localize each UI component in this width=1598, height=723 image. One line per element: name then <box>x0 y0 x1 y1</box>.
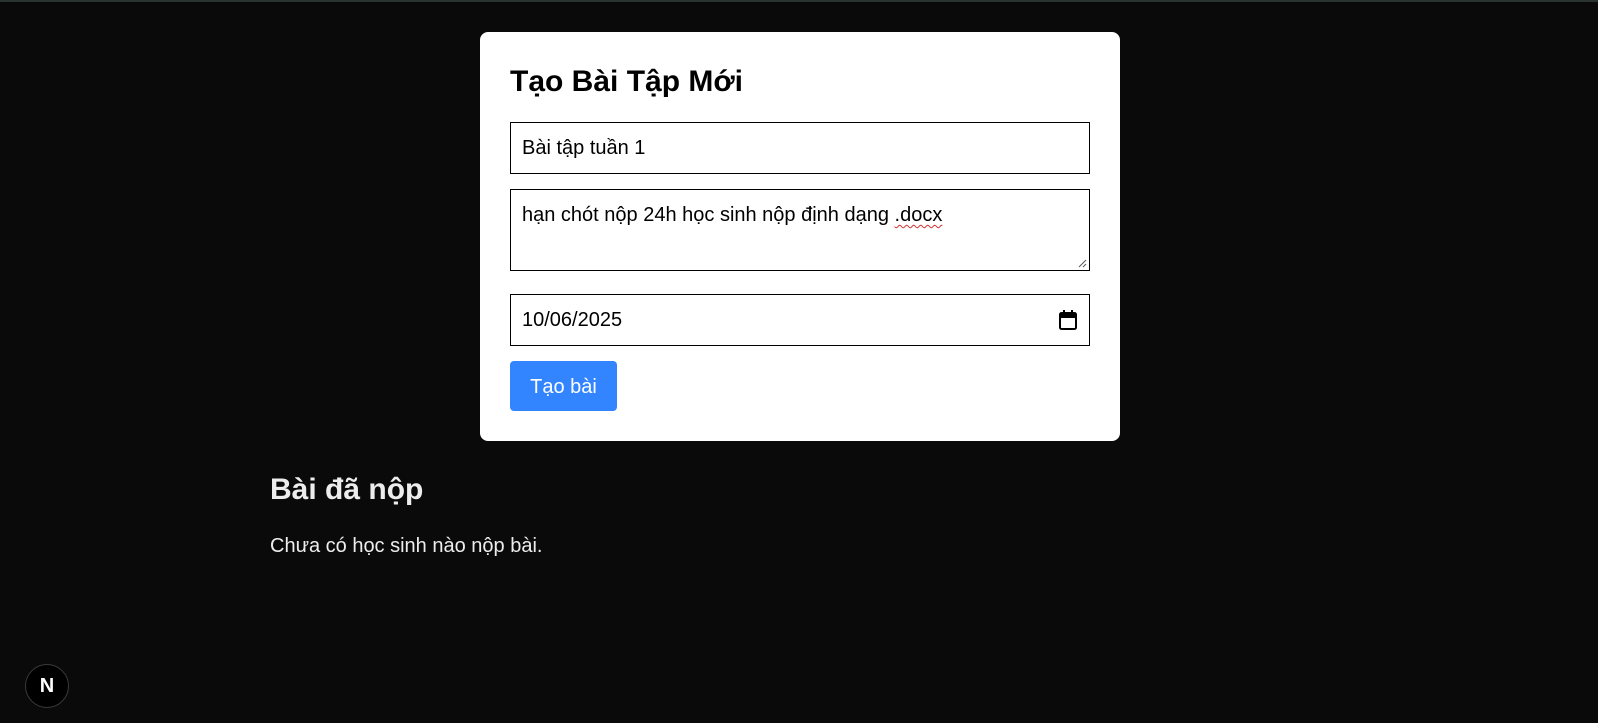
calendar-icon[interactable] <box>1059 310 1077 330</box>
assignment-title-value: Bài tập tuần 1 <box>522 137 646 159</box>
nextjs-logo-icon[interactable]: N <box>25 664 69 708</box>
description-text: hạn chót nộp 24h học sinh nộp định dạng <box>522 204 895 226</box>
top-border <box>0 0 1598 2</box>
resize-grip-icon[interactable] <box>1077 258 1087 268</box>
assignment-description-textarea[interactable]: hạn chót nộp 24h học sinh nộp định dạng … <box>510 189 1090 271</box>
assignment-title-input[interactable]: Bài tập tuần 1 <box>510 122 1090 174</box>
due-date-input[interactable]: 10/06/2025 <box>510 294 1090 346</box>
card-title: Tạo Bài Tập Mới <box>510 65 744 98</box>
submissions-heading: Bài đã nộp <box>270 473 424 506</box>
description-spellcheck-word: .docx <box>894 204 943 226</box>
create-assignment-button[interactable]: Tạo bài <box>510 361 617 411</box>
create-assignment-card: Tạo Bài Tập Mới Bài tập tuần 1 hạn chót … <box>480 32 1120 441</box>
dev-badge-label: N <box>39 675 55 697</box>
submissions-empty-message: Chưa có học sinh nào nộp bài. <box>270 535 543 557</box>
due-date-value: 10/06/2025 <box>522 309 623 331</box>
